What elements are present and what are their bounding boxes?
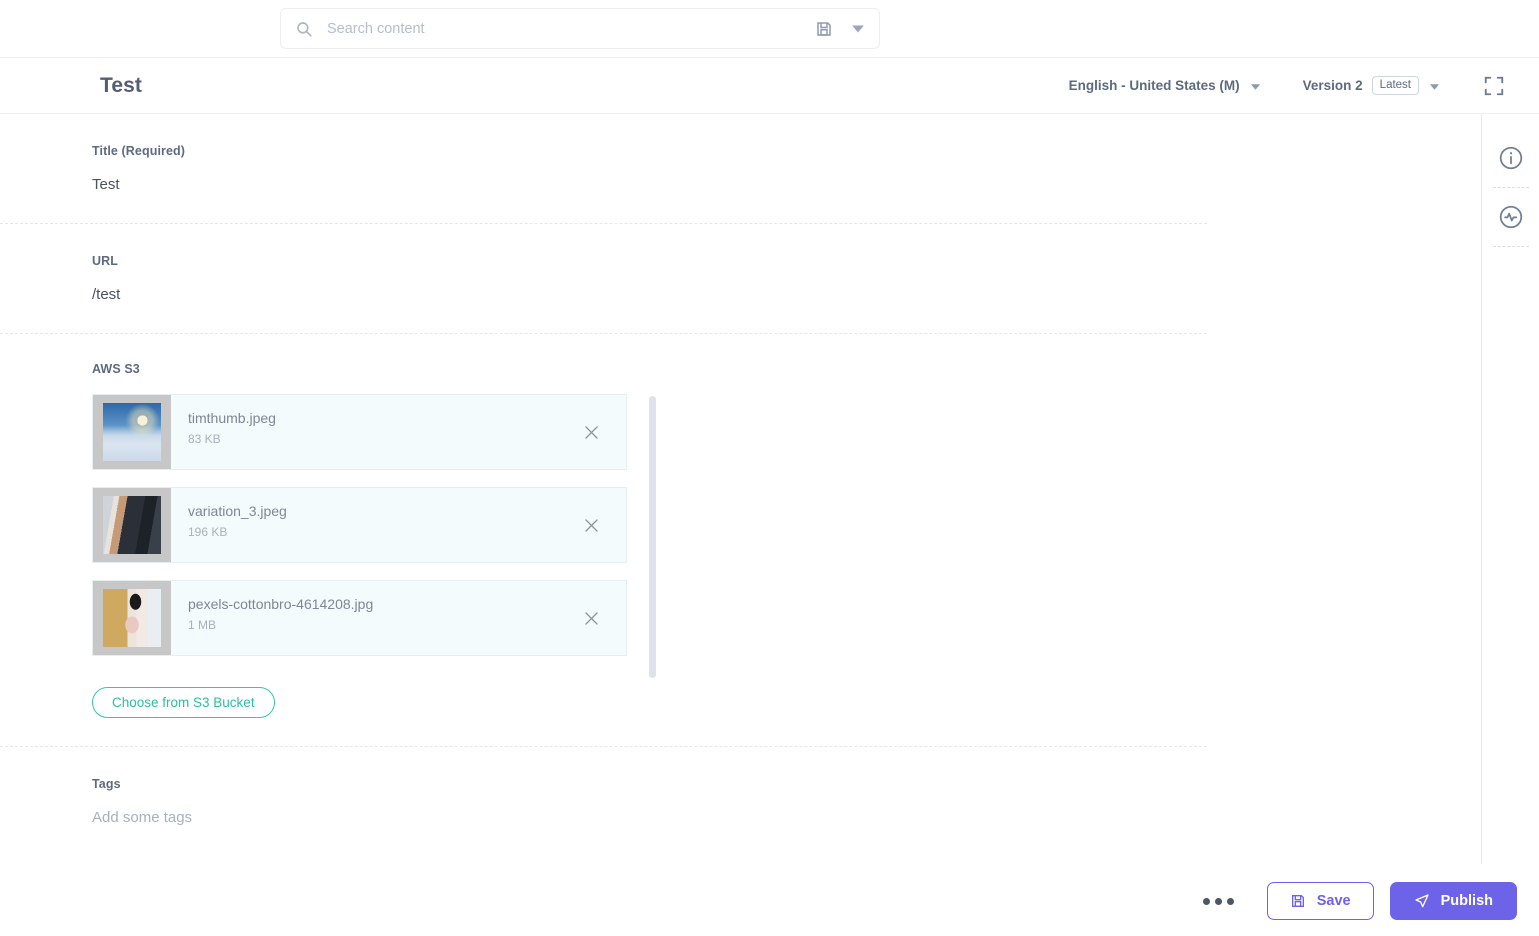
field-tags: Tags Add some tags: [0, 747, 1207, 856]
footer-action-bar: Save Publish: [0, 866, 1539, 936]
sidebar-item-activity[interactable]: [1482, 188, 1539, 246]
thumbnail-image: [103, 589, 161, 647]
s3-file-list: timthumb.jpeg 83 KB variation_3.jpeg 196 KB…: [92, 394, 627, 656]
s3-file-thumbnail: [93, 395, 171, 469]
thumbnail-image: [103, 403, 161, 461]
search-box[interactable]: [280, 8, 880, 49]
chevron-down-icon[interactable]: [851, 22, 865, 36]
top-search-bar: [0, 0, 1539, 57]
close-icon: [582, 516, 601, 535]
field-aws-s3-label: AWS S3: [92, 362, 140, 376]
activity-pulse-icon: [1498, 204, 1524, 230]
s3-file-row: timthumb.jpeg 83 KB: [92, 394, 627, 470]
chevron-down-icon: [1250, 80, 1261, 91]
s3-list-scrollbar[interactable]: [649, 396, 656, 678]
field-tags-label: Tags: [92, 777, 121, 791]
sidebar-item-info[interactable]: [1482, 129, 1539, 187]
fullscreen-button[interactable]: [1465, 58, 1523, 114]
s3-file-thumbnail: [93, 488, 171, 562]
page-header: Test English - United States (M) Version…: [0, 57, 1539, 114]
s3-file-row: pexels-cottonbro-4614208.jpg 1 MB: [92, 580, 627, 656]
field-title: Title (Required) Test: [0, 114, 1207, 224]
dot: [1202, 897, 1210, 905]
header-controls: English - United States (M) Version 2 La…: [1069, 58, 1523, 114]
s3-file-size: 1 MB: [188, 618, 217, 632]
s3-file-meta: pexels-cottonbro-4614208.jpg 1 MB: [171, 581, 556, 655]
version-label: Version 2: [1302, 78, 1363, 93]
version-selector[interactable]: Version 2 Latest: [1302, 75, 1440, 96]
search-input[interactable]: [327, 20, 815, 37]
s3-file-remove-button[interactable]: [556, 395, 626, 469]
s3-file-remove-button[interactable]: [556, 488, 626, 562]
s3-file-name: variation_3.jpeg: [188, 503, 287, 519]
save-button[interactable]: Save: [1266, 882, 1374, 920]
page-body: Title (Required) Test URL /test AWS S3 t…: [0, 114, 1539, 923]
s3-file-row: variation_3.jpeg 196 KB: [92, 487, 627, 563]
close-icon: [582, 423, 601, 442]
field-url-value[interactable]: /test: [92, 286, 1207, 303]
save-disk-icon[interactable]: [815, 20, 833, 38]
s3-file-meta: timthumb.jpeg 83 KB: [171, 395, 556, 469]
field-url: URL /test: [0, 224, 1207, 334]
search-icon: [295, 20, 313, 38]
info-icon: [1498, 145, 1524, 171]
save-button-label: Save: [1316, 893, 1351, 909]
right-sidebar: [1481, 114, 1539, 864]
s3-file-list-wrapper: timthumb.jpeg 83 KB variation_3.jpeg 196 KB…: [92, 394, 656, 678]
form-content: Title (Required) Test URL /test AWS S3 t…: [0, 114, 1539, 923]
publish-button-label: Publish: [1440, 893, 1493, 909]
dot: [1214, 897, 1222, 905]
choose-from-s3-bucket-button[interactable]: Choose from S3 Bucket: [92, 687, 275, 718]
s3-file-name: pexels-cottonbro-4614208.jpg: [188, 596, 374, 612]
field-title-label: Title (Required): [92, 144, 186, 158]
publish-button[interactable]: Publish: [1389, 882, 1517, 920]
dot: [1226, 897, 1234, 905]
chevron-down-icon: [1429, 80, 1440, 91]
language-selector[interactable]: English - United States (M): [1069, 78, 1261, 93]
field-url-label: URL: [92, 254, 118, 268]
s3-file-meta: variation_3.jpeg 196 KB: [171, 488, 556, 562]
s3-file-size: 83 KB: [188, 432, 221, 446]
page-title: Test: [100, 73, 143, 97]
send-paper-plane-icon: [1414, 893, 1430, 909]
field-tags-input[interactable]: Add some tags: [92, 809, 1207, 826]
s3-file-name: timthumb.jpeg: [188, 410, 276, 426]
field-title-value[interactable]: Test: [92, 176, 1207, 193]
sidebar-divider: [1492, 246, 1529, 247]
s3-file-thumbnail: [93, 581, 171, 655]
thumbnail-image: [103, 496, 161, 554]
fullscreen-expand-icon: [1483, 75, 1505, 97]
language-label: English - United States (M): [1068, 78, 1240, 93]
save-disk-icon: [1290, 893, 1306, 909]
version-latest-chip: Latest: [1371, 75, 1419, 96]
s3-file-size: 196 KB: [188, 525, 228, 539]
close-icon: [582, 609, 601, 628]
more-options-button[interactable]: [1195, 890, 1242, 913]
s3-file-remove-button[interactable]: [556, 581, 626, 655]
field-aws-s3: AWS S3 timthumb.jpeg 83 KB variation_3.jpe…: [0, 334, 1207, 747]
